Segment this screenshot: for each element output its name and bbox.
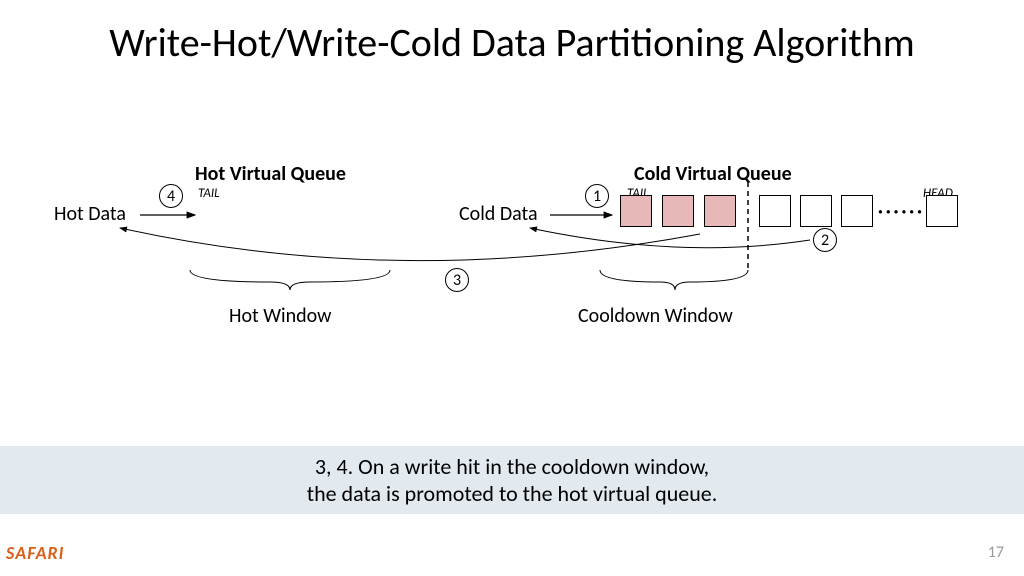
ellipsis: ······: [878, 200, 925, 222]
cold-data-label: Cold Data: [459, 202, 538, 226]
safari-logo: SAFARI: [6, 542, 64, 564]
page-number: 17: [988, 543, 1004, 562]
cold-block-head: [926, 195, 958, 227]
hot-queue-title: Hot Virtual Queue: [195, 162, 346, 186]
cooldown-block-1: [620, 195, 652, 227]
step-2-badge: 2: [813, 228, 837, 252]
caption-line-2: the data is promoted to the hot virtual …: [307, 480, 718, 507]
cold-block-1: [759, 195, 791, 227]
cold-block-3: [841, 195, 873, 227]
cold-block-2: [800, 195, 832, 227]
caption-line-1: 3, 4. On a write hit in the cooldown win…: [315, 453, 709, 480]
step-1-badge: 1: [585, 184, 609, 208]
hot-tail-label: TAIL: [198, 186, 220, 201]
diagram-arrows: [0, 140, 1024, 360]
cooldown-block-2: [662, 195, 694, 227]
hot-data-label: Hot Data: [54, 202, 126, 226]
cooldown-block-3: [704, 195, 736, 227]
algorithm-diagram: Hot Virtual Queue Cold Virtual Queue TAI…: [0, 140, 1024, 360]
cold-queue-title: Cold Virtual Queue: [634, 162, 792, 186]
cooldown-window-label: Cooldown Window: [578, 304, 733, 328]
slide-title: Write-Hot/Write-Cold Data Partitioning A…: [0, 0, 1024, 67]
step-4-badge: 4: [159, 184, 183, 208]
step-3-badge: 3: [445, 268, 469, 292]
hot-window-label: Hot Window: [229, 304, 331, 328]
caption-band: 3, 4. On a write hit in the cooldown win…: [0, 446, 1024, 514]
